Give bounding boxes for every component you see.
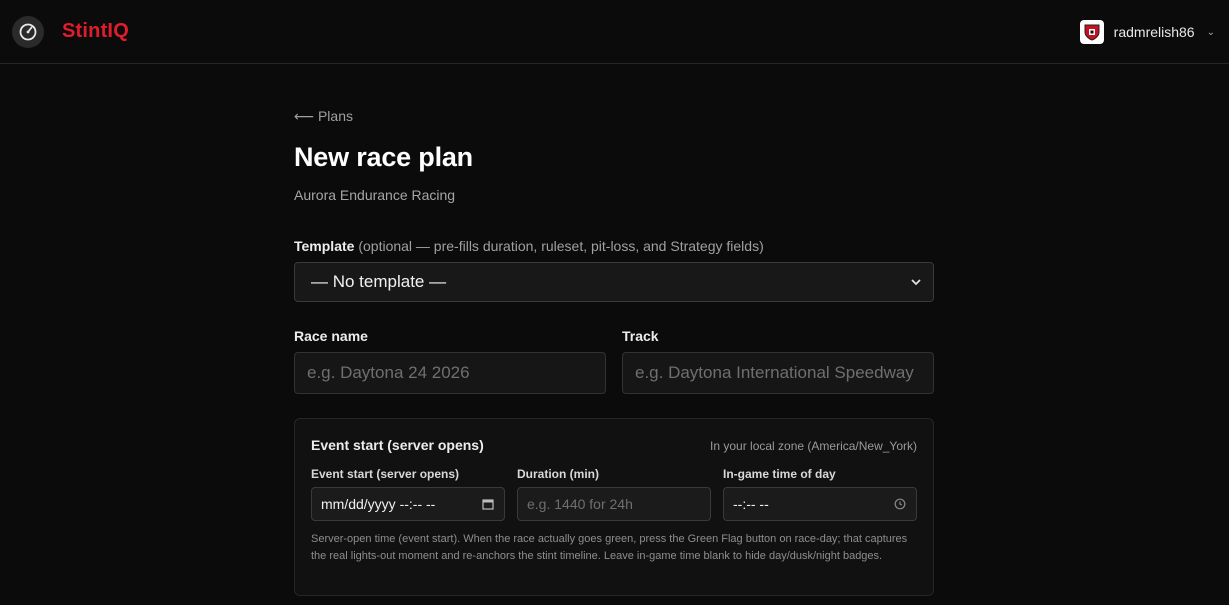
- template-label: Template (optional — pre-fills duration,…: [294, 238, 934, 254]
- event-start-panel: Event start (server opens) In your local…: [294, 418, 934, 596]
- gauge-logo-icon[interactable]: [12, 16, 44, 48]
- clock-icon[interactable]: [893, 497, 907, 511]
- template-label-text: Template: [294, 238, 355, 254]
- event-start-value: mm/dd/yyyy --:-- --: [321, 496, 436, 512]
- top-bar: StintIQ radmrelish86 ⌄: [0, 0, 1229, 64]
- team-name: Aurora Endurance Racing: [294, 187, 456, 203]
- event-start-datetime-input[interactable]: mm/dd/yyyy --:-- --: [311, 487, 505, 521]
- user-menu[interactable]: radmrelish86 ⌄: [1079, 18, 1215, 46]
- event-panel-title: Event start (server opens): [311, 437, 484, 453]
- timezone-note: In your local zone (America/New_York): [710, 439, 917, 453]
- template-selected-value: — No template —: [311, 272, 447, 291]
- track-input[interactable]: [622, 352, 934, 394]
- page-title: New race plan: [294, 142, 473, 172]
- template-hint: (optional — pre-fills duration, ruleset,…: [358, 238, 764, 254]
- track-label: Track: [622, 328, 659, 344]
- event-start-label: Event start (server opens): [311, 467, 460, 481]
- brand-name[interactable]: StintIQ: [62, 20, 129, 43]
- name-track-row: Race name Track: [294, 328, 934, 394]
- duration-input[interactable]: e.g. 1440 for 24h: [517, 487, 711, 521]
- time-of-day-input[interactable]: --:-- --: [723, 487, 917, 521]
- template-select[interactable]: — No template —: [294, 262, 934, 302]
- duration-field: Duration (min) e.g. 1440 for 24h: [517, 467, 711, 521]
- time-of-day-field: In-game time of day --:-- --: [723, 467, 917, 521]
- time-of-day-label: In-game time of day: [723, 467, 836, 481]
- duration-label: Duration (min): [517, 467, 599, 481]
- duration-placeholder: e.g. 1440 for 24h: [527, 496, 633, 512]
- event-start-help-text: Server-open time (event start). When the…: [311, 533, 908, 562]
- chevron-down-icon: [911, 275, 921, 289]
- calendar-icon[interactable]: [481, 497, 495, 511]
- back-to-plans-link[interactable]: ⟵ Plans: [294, 108, 353, 125]
- race-name-field: Race name: [294, 328, 606, 394]
- track-field: Track: [622, 328, 934, 394]
- username: radmrelish86: [1113, 24, 1195, 40]
- chevron-down-icon: ⌄: [1206, 26, 1215, 38]
- race-name-input[interactable]: [294, 352, 606, 394]
- new-plan-form: ⟵ Plans New race plan Aurora Endurance R…: [294, 108, 934, 596]
- race-name-label: Race name: [294, 328, 368, 344]
- team-crest-icon: [1080, 21, 1103, 43]
- event-start-field: Event start (server opens) mm/dd/yyyy --…: [311, 467, 505, 521]
- time-of-day-value: --:-- --: [733, 496, 769, 512]
- avatar: [1079, 20, 1104, 44]
